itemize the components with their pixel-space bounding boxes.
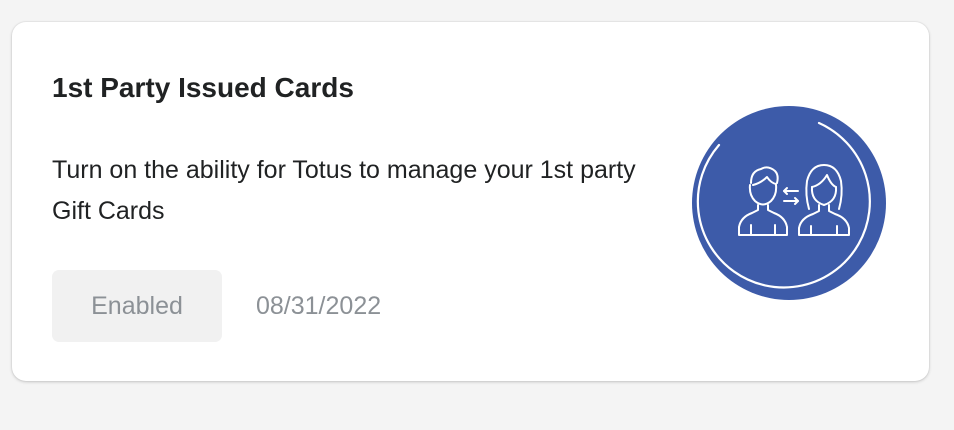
- enabled-date: 08/31/2022: [256, 291, 382, 320]
- card-actions: Enabled 08/31/2022: [52, 270, 381, 342]
- enabled-status-button[interactable]: Enabled: [52, 270, 222, 342]
- feature-card: 1st Party Issued Cards Turn on the abili…: [12, 22, 929, 381]
- card-description: Turn on the ability for Totus to manage …: [52, 156, 636, 225]
- people-exchange-icon: [691, 105, 887, 301]
- card-title: 1st Party Issued Cards: [52, 72, 354, 103]
